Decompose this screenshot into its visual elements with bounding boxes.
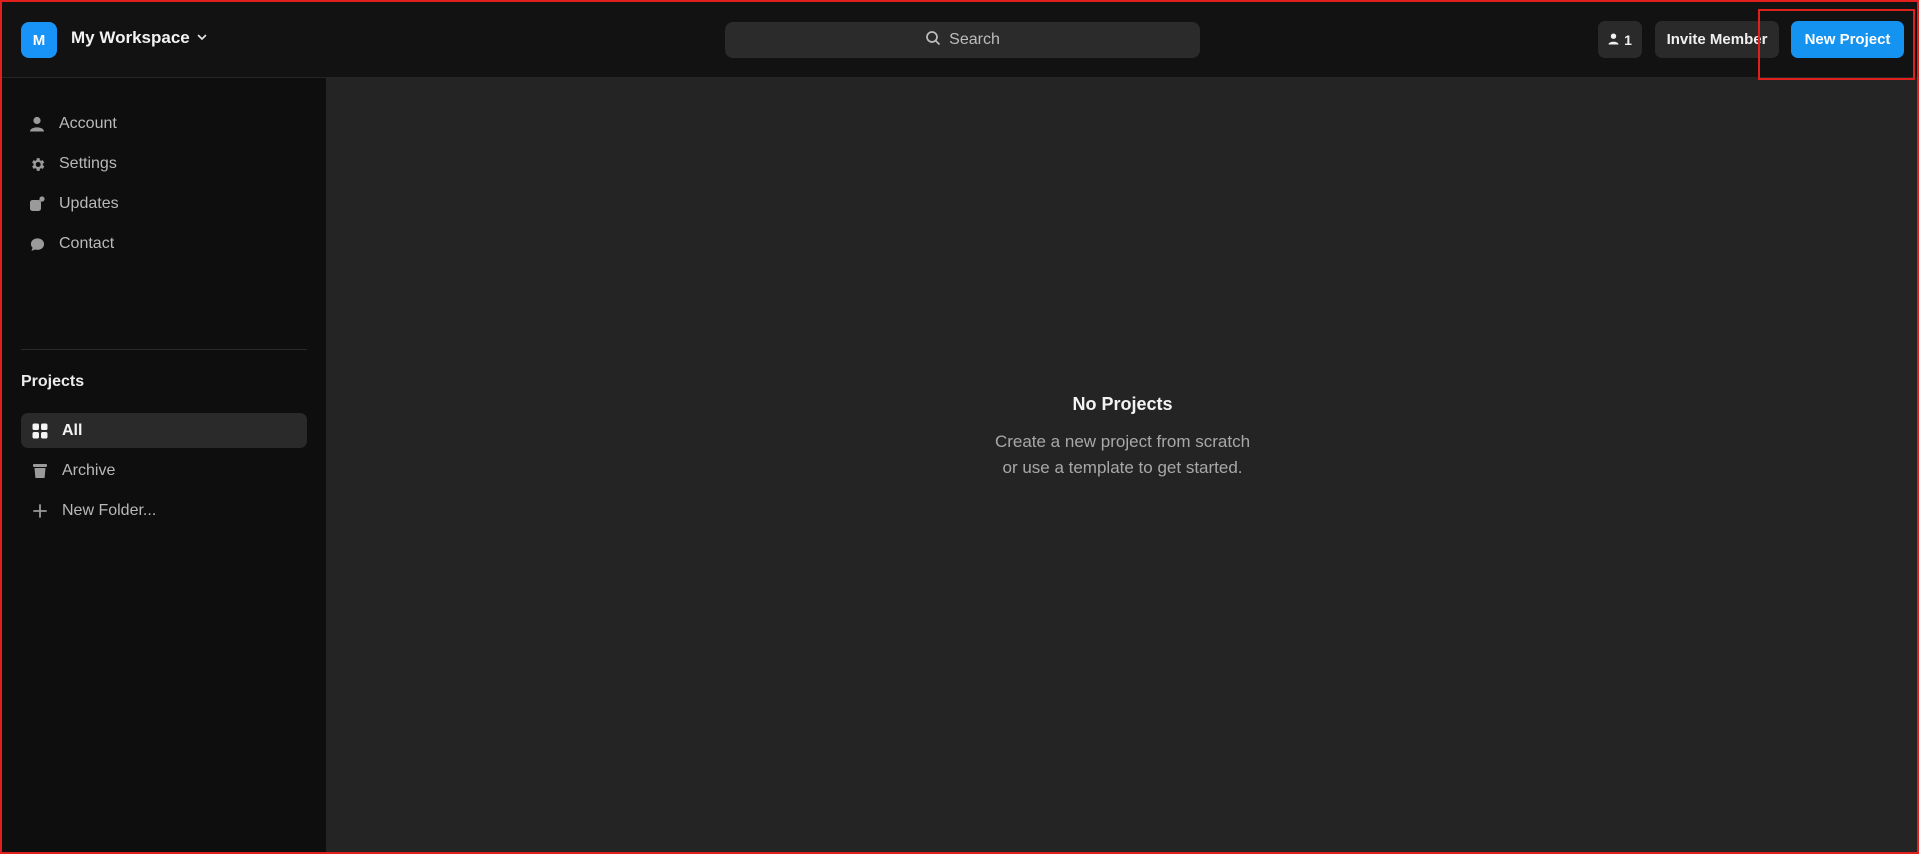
user-icon	[1608, 32, 1619, 48]
search-placeholder: Search	[949, 31, 1000, 48]
grid-icon	[31, 422, 49, 440]
sidebar-divider	[21, 349, 307, 350]
workspace-name: My Workspace	[71, 28, 190, 47]
search-icon	[925, 30, 941, 51]
trash-icon	[31, 462, 49, 480]
sidebar-item-label: All	[62, 421, 83, 439]
sidebar-item-label: Contact	[59, 235, 115, 252]
member-count: 1	[1624, 31, 1632, 48]
gear-icon	[28, 155, 46, 173]
sidebar-item-contact[interactable]: Contact	[28, 235, 114, 253]
sidebar: Account Settings Updates Contact Project…	[0, 78, 326, 854]
sidebar-item-archive[interactable]: Archive	[31, 462, 115, 480]
sidebar-item-account[interactable]: Account	[28, 115, 117, 133]
main-content: No Projects Create a new project from sc…	[326, 78, 1919, 854]
search-bar[interactable]: Search	[725, 22, 1200, 58]
top-bar: M My Workspace Search 1 Invite Member Ne…	[0, 0, 1919, 78]
empty-state-line: Create a new project from scratch	[994, 432, 1251, 451]
projects-section-title: Projects	[21, 373, 85, 390]
sidebar-item-label: Archive	[62, 462, 116, 479]
workspace-switcher[interactable]: My Workspace	[71, 28, 208, 48]
sidebar-item-label: Account	[59, 115, 117, 132]
empty-state-line: or use a template to get started.	[1002, 458, 1243, 477]
sidebar-item-updates[interactable]: Updates	[28, 195, 119, 213]
workspace-avatar[interactable]: M	[21, 22, 57, 58]
sidebar-item-settings[interactable]: Settings	[28, 155, 117, 173]
chat-bubble-icon	[28, 235, 46, 253]
members-button[interactable]: 1	[1598, 21, 1642, 58]
sidebar-item-all-projects[interactable]: All	[21, 413, 307, 448]
plus-icon	[31, 502, 49, 520]
empty-state-title: No Projects	[1072, 394, 1173, 414]
empty-state-description: Create a new project from scratch or use…	[326, 429, 1919, 481]
user-icon	[28, 115, 46, 133]
sidebar-item-label: Settings	[59, 155, 117, 172]
updates-icon	[28, 195, 46, 213]
sidebar-item-label: New Folder...	[62, 502, 157, 519]
chevron-down-icon	[196, 28, 208, 48]
sidebar-item-new-folder[interactable]: New Folder...	[31, 502, 156, 520]
sidebar-item-label: Updates	[59, 195, 119, 212]
new-project-button[interactable]: New Project	[1791, 21, 1904, 58]
invite-member-button[interactable]: Invite Member	[1655, 21, 1779, 58]
